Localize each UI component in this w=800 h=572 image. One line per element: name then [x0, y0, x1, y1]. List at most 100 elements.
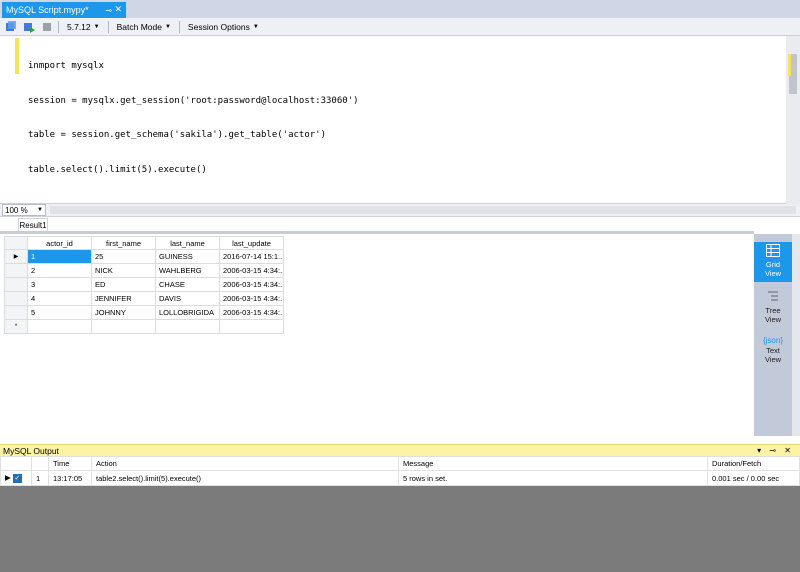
table-row[interactable]: 5 JOHNNY LOLLOBRIGIDA 2006-03-15 4:34:..… — [4, 305, 284, 320]
column-header[interactable]: Time — [48, 456, 92, 471]
column-header[interactable]: last_update — [219, 236, 284, 250]
grid-cell[interactable] — [155, 319, 220, 334]
grid-cell[interactable]: 2006-03-15 4:34:... — [219, 277, 284, 292]
chevron-down-icon: ▼ — [164, 23, 171, 30]
grid-cell[interactable]: CHASE — [155, 277, 220, 292]
zoom-value: 100 % — [5, 205, 28, 215]
output-time: 13:17:05 — [48, 470, 92, 486]
toolbar-separator — [107, 20, 109, 33]
execute-icon[interactable] — [4, 20, 18, 34]
output-row-marker: ▶ ✓ — [0, 470, 32, 486]
table-row[interactable]: ▶ 1 25 GUINESS 2016-07-14 15:1... — [4, 249, 284, 264]
column-header[interactable]: last_name — [155, 236, 220, 250]
document-tab-title: MySQL Script.mypy* — [6, 5, 89, 15]
panel-controls[interactable]: ▾ ⊸ ✕ — [757, 446, 794, 455]
changed-lines-marker — [15, 38, 19, 74]
column-header[interactable]: actor_id — [27, 236, 92, 250]
table-row[interactable]: 2 NICK WAHLBERG 2006-03-15 4:34:... — [4, 263, 284, 278]
grid-cell[interactable]: LOLLOBRIGIDA — [155, 305, 220, 320]
grid-view-label-2: View — [764, 269, 782, 278]
output-header-row: Time Action Message Duration/Fetch — [0, 456, 800, 471]
column-header[interactable]: first_name — [91, 236, 156, 250]
grid-cell[interactable]: 3 — [27, 277, 92, 292]
cancel-icon[interactable] — [40, 20, 54, 34]
grid-cell[interactable]: 2016-07-14 15:1... — [219, 249, 284, 264]
grid-cell[interactable]: 2006-03-15 4:34:... — [219, 263, 284, 278]
execute-current-icon[interactable] — [22, 20, 36, 34]
pin-icon[interactable]: ⊸ — [105, 6, 112, 15]
version-dropdown[interactable]: 5.7.12 ▼ — [63, 22, 104, 32]
grid-cell[interactable]: ED — [91, 277, 156, 292]
code-text[interactable]: inmport mysqlx session = mysqlx.get_sess… — [28, 38, 359, 188]
editor-statusbar: 100 % ▼ — [0, 204, 800, 216]
grid-cell[interactable]: DAVIS — [155, 291, 220, 306]
script-toolbar: 5.7.12 ▼ Batch Mode ▼ Session Options ▼ — [0, 18, 800, 36]
output-corner — [0, 456, 32, 471]
grid-cell[interactable]: 4 — [27, 291, 92, 306]
grid-cell[interactable]: WAHLBERG — [155, 263, 220, 278]
output-table[interactable]: Time Action Message Duration/Fetch ▶ ✓ 1… — [0, 456, 800, 486]
grid-cell[interactable]: NICK — [91, 263, 156, 278]
output-duration: 0.001 sec / 0.00 sec — [707, 470, 800, 486]
table-row[interactable]: 4 JENNIFER DAVIS 2006-03-15 4:34:... — [4, 291, 284, 306]
tree-view-label-2: View — [764, 315, 782, 324]
grid-cell[interactable]: 1 — [27, 249, 92, 264]
session-options-dropdown[interactable]: Session Options ▼ — [184, 22, 263, 32]
session-options-label: Session Options — [187, 21, 250, 32]
tree-view-label-1: Tree — [765, 306, 781, 315]
grid-cell[interactable]: 25 — [91, 249, 156, 264]
output-action: table2.select().limit(5).execute() — [91, 470, 399, 486]
row-header[interactable] — [4, 305, 28, 320]
grid-cell[interactable]: 5 — [27, 305, 92, 320]
grid-cell[interactable]: 2006-03-15 4:34:... — [219, 291, 284, 306]
code-line: table.select().limit(5).execute() — [28, 164, 207, 175]
tree-icon — [754, 290, 792, 305]
grid-cell[interactable]: JENNIFER — [91, 291, 156, 306]
new-row[interactable]: * — [4, 319, 284, 334]
version-value: 5.7.12 — [67, 21, 91, 32]
column-header[interactable]: Action — [91, 456, 399, 471]
zoom-dropdown[interactable]: 100 % ▼ — [2, 204, 46, 216]
grid-header-row: actor_id first_name last_name last_updat… — [4, 236, 284, 250]
grid-cell[interactable]: JOHNNY — [91, 305, 156, 320]
row-header[interactable] — [4, 263, 28, 278]
column-header[interactable]: Duration/Fetch — [707, 456, 800, 471]
close-icon[interactable]: ✕ — [114, 4, 122, 15]
table-row[interactable]: 3 ED CHASE 2006-03-15 4:34:... — [4, 277, 284, 292]
grid-cell[interactable] — [27, 319, 92, 334]
new-row-marker: * — [4, 319, 28, 334]
output-row-number: 1 — [31, 470, 49, 486]
tab-result1-label: Result1 — [19, 220, 47, 230]
text-view-button[interactable]: {json} Text View — [754, 334, 792, 374]
grid-cell[interactable]: 2 — [27, 263, 92, 278]
code-line: table = session.get_schema('sakila').get… — [28, 130, 327, 140]
result-grid[interactable]: actor_id first_name last_name last_updat… — [4, 236, 284, 334]
result-tab-strip — [0, 231, 754, 234]
tree-view-button[interactable]: Tree View — [754, 288, 792, 328]
grid-view-button[interactable]: Grid View — [754, 242, 792, 282]
document-tab[interactable]: MySQL Script.mypy* ⊸ ✕ — [2, 2, 126, 18]
editor-horizontal-scrollbar[interactable] — [50, 206, 796, 214]
text-view-label-1: Text — [766, 346, 780, 355]
grid-icon — [754, 244, 792, 259]
tab-result1[interactable]: Result1 — [18, 218, 48, 231]
result-view-switcher: Grid View Tree View {json} Text View — [754, 234, 792, 436]
grid-cell[interactable]: 2006-03-15 4:34:... — [219, 305, 284, 320]
editor-vertical-scrollbar[interactable] — [786, 36, 800, 204]
row-header[interactable] — [4, 277, 28, 292]
grid-cell[interactable] — [91, 319, 156, 334]
batch-mode-dropdown[interactable]: Batch Mode ▼ — [113, 22, 175, 32]
table-row[interactable]: ▶ ✓ 1 13:17:05 table2.select().limit(5).… — [0, 470, 800, 486]
toolbar-separator — [178, 20, 180, 33]
success-check-icon: ✓ — [12, 474, 22, 483]
row-header[interactable] — [4, 291, 28, 306]
grid-cell[interactable]: GUINESS — [155, 249, 220, 264]
column-header[interactable]: Message — [398, 456, 708, 471]
text-view-label-2: View — [764, 355, 782, 364]
code-line: inmport mysqlx — [28, 61, 104, 71]
result-vertical-scrollbar[interactable] — [792, 234, 800, 436]
output-num-header — [31, 456, 49, 471]
output-message: 5 rows in set. — [398, 470, 708, 486]
grid-cell[interactable] — [219, 319, 284, 334]
json-icon: {json} — [762, 336, 784, 345]
